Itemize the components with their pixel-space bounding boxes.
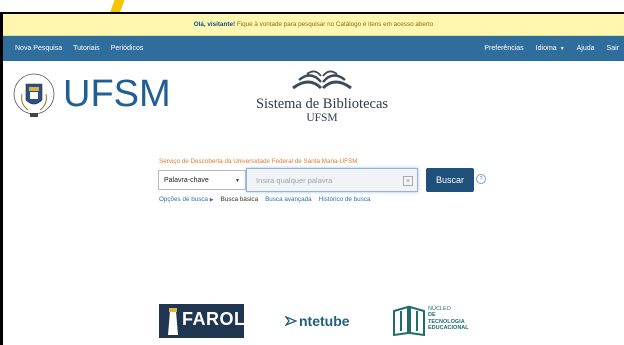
advanced-search-link[interactable]: Busca avançada bbox=[265, 196, 312, 203]
chevron-down-icon: ▼ bbox=[235, 178, 240, 184]
seal-year bbox=[30, 113, 38, 117]
nav-periodicals[interactable]: Periódicos bbox=[111, 45, 144, 52]
search-placeholder: Insira qualquer palavra bbox=[256, 176, 333, 185]
lighthouse-tower bbox=[168, 311, 178, 335]
ntetube-icon bbox=[285, 316, 297, 326]
lighthouse-lamp bbox=[169, 308, 177, 312]
nucleo-line-2: DE TECNOLOGIA bbox=[428, 312, 465, 325]
search-scope-value: Palavra-chave bbox=[164, 177, 209, 184]
frame-left-border bbox=[0, 12, 3, 345]
library-subtitle: UFSM bbox=[306, 112, 338, 124]
triangle-right-icon: ▶ bbox=[209, 197, 214, 203]
welcome-notice: Olá, visitante! Fique à vontade para pes… bbox=[3, 14, 624, 36]
chevron-down-icon: ▼ bbox=[559, 46, 565, 52]
search-heading: Serviço de Descoberta da Universidade Fe… bbox=[159, 158, 358, 165]
search-input[interactable]: Insira qualquer palavra ⨯ bbox=[246, 168, 418, 192]
input-keyboard-icon[interactable]: ⨯ bbox=[403, 176, 413, 186]
open-book-icon bbox=[393, 305, 425, 337]
nucleo-label: NÚCLEO DE TECNOLOGIA EDUCACIONAL bbox=[428, 306, 469, 331]
search-scope-select[interactable]: Palavra-chave ▼ bbox=[158, 170, 246, 190]
book-page-right bbox=[321, 80, 352, 90]
nav-preferences[interactable]: Preferências bbox=[484, 45, 523, 52]
book-page-left bbox=[292, 80, 323, 90]
nav-exit[interactable]: Sair bbox=[607, 45, 619, 52]
seal-band bbox=[29, 87, 39, 91]
nucleo-tecnologia-logo[interactable]: NÚCLEO DE TECNOLOGIA EDUCACIONAL bbox=[392, 303, 469, 342]
library-book-logo bbox=[292, 70, 352, 90]
help-icon[interactable]: ? bbox=[476, 174, 486, 184]
farol-label: FAROL bbox=[182, 309, 246, 329]
farol-logo[interactable]: FAROL bbox=[159, 304, 246, 338]
ufsm-seal-logo[interactable] bbox=[12, 70, 56, 120]
notice-greeting: Olá, visitante! bbox=[193, 21, 236, 28]
nav-left-group: Nova Pesquisa Tutoriais Periódicos bbox=[15, 36, 143, 61]
ufsm-logo-text[interactable]: UFSM bbox=[63, 73, 171, 116]
nav-language-label: Idioma bbox=[535, 45, 557, 52]
nav-help[interactable]: Ajuda bbox=[577, 45, 595, 52]
nav-language-dropdown[interactable]: Idioma ▼ bbox=[536, 45, 565, 52]
nav-new-search[interactable]: Nova Pesquisa bbox=[15, 45, 62, 52]
search-options-label: Opções de busca bbox=[159, 196, 209, 203]
basic-search-link[interactable]: Busca básica bbox=[221, 196, 258, 203]
ntetube-logo[interactable]: ntetube bbox=[285, 313, 350, 329]
search-links: Opções de busca ▶ Busca básica Busca ava… bbox=[159, 196, 370, 203]
nucleo-line-3: EDUCACIONAL bbox=[428, 324, 469, 331]
ntetube-label: ntetube bbox=[299, 313, 350, 329]
lighthouse-icon bbox=[168, 308, 178, 335]
search-history-link[interactable]: Histórico de busca bbox=[319, 196, 371, 203]
notice-message: Fique à vontade para pesquisar no Catálo… bbox=[235, 21, 434, 28]
search-button[interactable]: Buscar bbox=[426, 168, 474, 192]
nav-right-group: Preferências Idioma ▼ Ajuda Sair bbox=[484, 36, 619, 61]
seal-book bbox=[30, 92, 38, 99]
top-navbar: Nova Pesquisa Tutoriais Periódicos Prefe… bbox=[3, 36, 624, 61]
nav-tutorials[interactable]: Tutoriais bbox=[73, 45, 100, 52]
library-title: Sistema de Bibliotecas bbox=[255, 96, 389, 112]
search-options-link[interactable]: Opções de busca ▶ bbox=[159, 196, 214, 203]
